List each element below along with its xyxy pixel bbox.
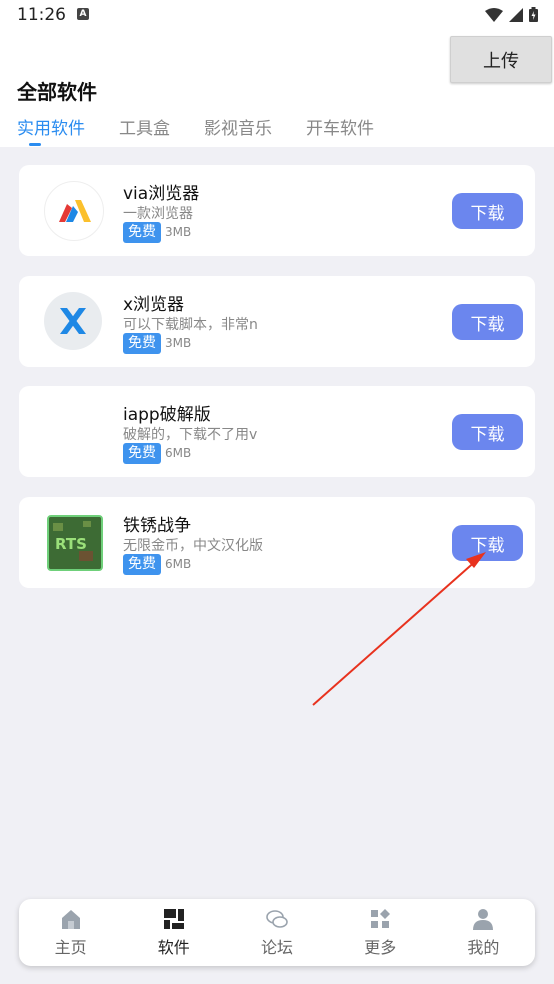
app-name: iapp破解版 — [123, 405, 211, 425]
download-button[interactable]: 下载 — [452, 525, 523, 561]
via-logo-icon — [44, 181, 104, 241]
free-badge: 免费 — [123, 443, 161, 464]
status-bar: 11:26 A — [0, 0, 554, 30]
battery-icon — [529, 7, 538, 22]
nav-home[interactable]: 主页 — [19, 899, 122, 966]
app-card[interactable]: iapp破解版 破解的，下载不了用v 免费 6MB 下载 — [19, 386, 535, 477]
free-badge: 免费 — [123, 222, 161, 243]
status-icons — [485, 7, 538, 22]
nav-more[interactable]: 更多 — [329, 899, 432, 966]
app-name: via浏览器 — [123, 184, 200, 204]
nav-label: 主页 — [54, 938, 87, 957]
home-icon — [61, 910, 80, 929]
nav-forum[interactable]: 论坛 — [225, 899, 328, 966]
tab-utility[interactable]: 实用软件 — [17, 114, 85, 139]
app-description: 一款浏览器 — [123, 206, 193, 222]
download-button[interactable]: 下载 — [452, 193, 523, 229]
more-blocks-icon — [371, 909, 391, 928]
notification-icon: A — [77, 8, 89, 20]
rts-game-icon: RTS — [47, 515, 103, 571]
nav-mine[interactable]: 我的 — [432, 899, 535, 966]
download-button[interactable]: 下载 — [452, 414, 523, 450]
app-description: 可以下载脚本，非常n — [123, 317, 258, 333]
app-name: x浏览器 — [123, 295, 185, 315]
apps-grid-icon — [163, 909, 184, 929]
chat-bubbles-icon — [266, 910, 288, 928]
tab-media[interactable]: 影视音乐 — [204, 114, 272, 139]
status-time: 11:26 — [17, 5, 66, 25]
app-card[interactable]: via浏览器 一款浏览器 免费 3MB 下载 — [19, 165, 535, 256]
app-size: 3MB — [165, 225, 192, 239]
app-card[interactable]: RTS 铁锈战争 无限金币，中文汉化版 免费 6MB 下载 — [19, 497, 535, 588]
free-badge: 免费 — [123, 333, 161, 354]
blank-icon — [44, 402, 102, 460]
upload-button[interactable]: 上传 — [450, 36, 552, 83]
app-name: 铁锈战争 — [123, 516, 191, 536]
nav-software[interactable]: 软件 — [122, 899, 225, 966]
user-icon — [473, 909, 494, 930]
nav-label: 软件 — [157, 938, 190, 957]
header: 上传 全部软件 实用软件 工具盒 影视音乐 开车软件 — [0, 30, 554, 147]
category-tabs: 实用软件 工具盒 影视音乐 开车软件 — [17, 114, 408, 139]
tab-active-indicator — [29, 143, 41, 146]
nav-label: 我的 — [467, 938, 500, 957]
app-size: 3MB — [165, 336, 192, 350]
tab-driving[interactable]: 开车软件 — [306, 114, 374, 139]
free-badge: 免费 — [123, 554, 161, 575]
wifi-icon — [485, 7, 503, 22]
signal-icon — [509, 7, 523, 22]
app-description: 无限金币，中文汉化版 — [123, 538, 263, 554]
nav-label: 更多 — [364, 938, 397, 957]
nav-label: 论坛 — [261, 938, 294, 957]
tab-toolbox[interactable]: 工具盒 — [119, 114, 170, 139]
page-title: 全部软件 — [17, 80, 97, 104]
bottom-nav: 主页 软件 论坛 更多 我的 — [19, 899, 535, 966]
svg-text:RTS: RTS — [55, 535, 87, 553]
app-description: 破解的，下载不了用v — [123, 427, 258, 443]
app-size: 6MB — [165, 557, 192, 571]
download-button[interactable]: 下载 — [452, 304, 523, 340]
x-browser-logo-icon — [44, 292, 102, 350]
annotation-arrow — [312, 552, 486, 706]
app-size: 6MB — [165, 446, 192, 460]
app-card[interactable]: x浏览器 可以下载脚本，非常n 免费 3MB 下载 — [19, 276, 535, 367]
